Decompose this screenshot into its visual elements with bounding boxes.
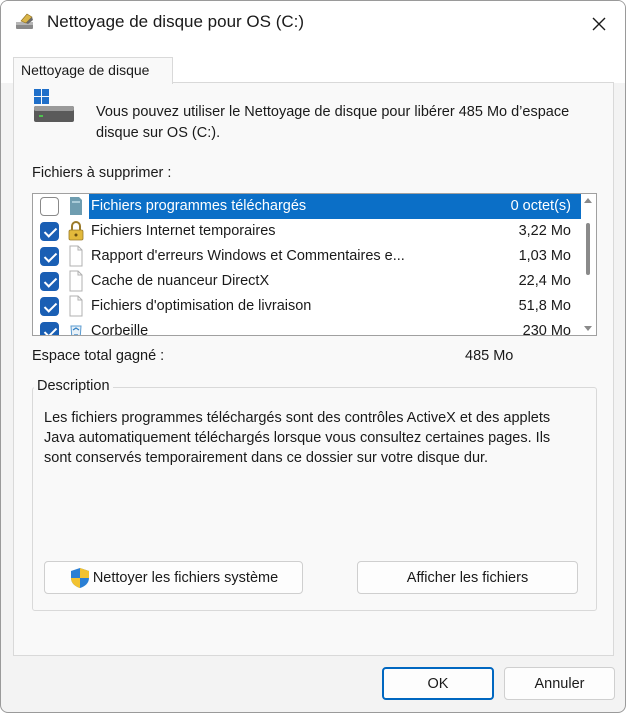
list-item[interactable]: Fichiers Internet temporaires 3,22 Mo: [33, 219, 581, 244]
file-icon: [69, 270, 83, 292]
clean-system-files-label: Nettoyer les fichiers système: [92, 569, 279, 586]
recycle-bin-icon: [70, 325, 82, 335]
uac-shield-icon: [70, 567, 89, 588]
list-item[interactable]: Fichiers d'optimisation de livraison 51,…: [33, 294, 581, 319]
list-item[interactable]: Rapport d'erreurs Windows et Commentaire…: [33, 244, 581, 269]
list-scrollbar[interactable]: [581, 194, 596, 335]
file-size: 3,22 Mo: [518, 223, 571, 239]
scroll-thumb[interactable]: [586, 223, 590, 275]
description-title: Description: [34, 378, 113, 394]
clean-system-files-button[interactable]: Nettoyer les fichiers système: [44, 561, 303, 594]
tab-strip: Nettoyage de disque: [1, 47, 625, 84]
folder-icon: [70, 197, 82, 215]
files-to-delete-label: Fichiers à supprimer :: [32, 165, 172, 181]
file-name: Corbeille: [91, 323, 149, 336]
scroll-down-icon[interactable]: [584, 326, 592, 331]
file-name: Fichiers programmes téléchargés: [91, 198, 307, 214]
disk-cleanup-app-icon: [16, 13, 33, 29]
lock-icon: [68, 221, 84, 241]
cancel-button[interactable]: Annuler: [504, 667, 615, 700]
title-bar[interactable]: Nettoyage de disque pour OS (C:): [1, 1, 625, 47]
list-item[interactable]: Cache de nuanceur DirectX 22,4 Mo: [33, 269, 581, 294]
files-listbox[interactable]: Fichiers programmes téléchargés 0 octet(…: [32, 193, 597, 336]
drive-icon: [34, 89, 74, 122]
file-name: Cache de nuanceur DirectX: [91, 273, 270, 289]
checkbox[interactable]: [40, 297, 59, 316]
window-title: Nettoyage de disque pour OS (C:): [47, 12, 305, 31]
checkbox[interactable]: [40, 322, 59, 335]
total-space-value: 485 Mo: [465, 348, 514, 364]
show-files-button[interactable]: Afficher les fichiers: [357, 561, 578, 594]
scroll-up-icon[interactable]: [584, 198, 592, 203]
checkbox[interactable]: [40, 197, 59, 216]
file-size: 51,8 Mo: [518, 298, 571, 314]
file-name: Fichiers Internet temporaires: [91, 223, 276, 239]
file-size: 22,4 Mo: [518, 273, 571, 289]
total-space-label: Espace total gagné :: [32, 348, 165, 364]
close-icon: [592, 17, 606, 31]
file-size: 230 Mo: [522, 323, 571, 336]
list-item[interactable]: Corbeille 230 Mo: [33, 319, 581, 336]
tab-panel: Vous pouvez utiliser le Nettoyage de dis…: [13, 82, 614, 656]
description-text: Les fichiers programmes téléchargés sont…: [44, 410, 551, 466]
checkbox[interactable]: [40, 272, 59, 291]
tab-disk-cleanup[interactable]: Nettoyage de disque: [13, 57, 173, 84]
list-item[interactable]: Fichiers programmes téléchargés 0 octet(…: [33, 194, 581, 219]
disk-cleanup-window: Nettoyage de disque pour OS (C:) Nettoya…: [0, 0, 626, 713]
file-name: Fichiers d'optimisation de livraison: [91, 298, 312, 314]
file-size: 0 octet(s): [510, 198, 571, 214]
checkbox[interactable]: [40, 247, 59, 266]
close-button[interactable]: [573, 1, 625, 47]
file-icon: [69, 295, 83, 317]
file-icon: [69, 245, 83, 267]
file-name: Rapport d'erreurs Windows et Commentaire…: [91, 248, 405, 264]
file-size: 1,03 Mo: [518, 248, 571, 264]
intro-text: Vous pouvez utiliser le Nettoyage de dis…: [96, 104, 570, 141]
checkbox[interactable]: [40, 222, 59, 241]
ok-button[interactable]: OK: [382, 667, 494, 700]
